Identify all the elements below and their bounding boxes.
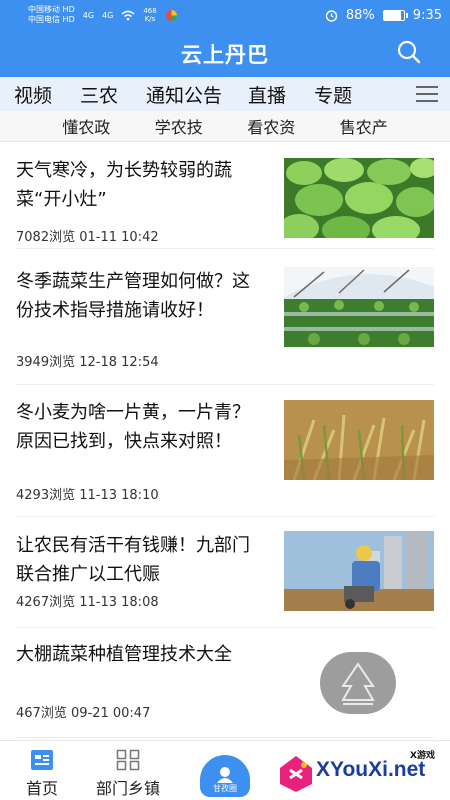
- status-bar: 中国移动 HD 中国电信 HD 4G 4G 468 K/s 88% 9:35: [0, 0, 450, 30]
- article-title: 天气寒冷，为长势较弱的蔬菜“开小灶”: [16, 160, 232, 210]
- nav-dept-label: 部门乡镇: [96, 779, 161, 798]
- signal-icon: 4G: [82, 10, 95, 20]
- search-icon[interactable]: [396, 39, 422, 65]
- tab-topic[interactable]: 专题: [314, 81, 352, 108]
- article-item[interactable]: 让农民有活干有钱赚！九部门联合推广以工代赈 4267浏览 11-13 18:08: [16, 517, 434, 628]
- clock: 9:35: [412, 7, 442, 23]
- net-speed: 468 K/s: [143, 7, 157, 23]
- article-item[interactable]: 冬小麦为啥一片黄，一片青？原因已找到，快点来对照！ 4293浏览 11-13 1…: [16, 385, 434, 517]
- tab-video[interactable]: 视频: [14, 81, 52, 108]
- floating-badge[interactable]: [320, 652, 396, 714]
- watermark-text: XYouXi.net: [316, 758, 426, 781]
- battery-icon: [382, 9, 408, 21]
- article-meta: 4293浏览 11-13 18:10: [16, 488, 159, 503]
- sub-tabs: 懂农政 学农技 看农资 售农产: [0, 111, 450, 142]
- app-notification-icon: [165, 9, 177, 21]
- top-bar: 中国移动 HD 中国电信 HD 4G 4G 468 K/s 88% 9:35 云…: [0, 0, 450, 77]
- center-button[interactable]: 甘孜圈: [200, 755, 250, 797]
- article-meta: 3949浏览 12-18 12:54: [16, 355, 159, 370]
- battery-percent: 88%: [345, 7, 375, 23]
- article-thumbnail: [284, 267, 434, 347]
- article-meta: 467浏览 09-21 00:47: [16, 706, 151, 721]
- article-title: 让农民有活干有钱赚！九部门联合推广以工代赈: [16, 535, 250, 585]
- app-title: 云上丹巴: [181, 42, 269, 67]
- logo-icon: [341, 662, 375, 705]
- tab-notice[interactable]: 通知公告: [146, 81, 222, 108]
- carrier-2: 中国电信 HD: [28, 15, 75, 24]
- article-title: 冬季蔬菜生产管理如何做？这份技术指导措施请收好！: [16, 271, 250, 321]
- nav-home[interactable]: 首页: [26, 749, 58, 799]
- alarm-icon: [325, 9, 338, 22]
- wifi-icon: [121, 10, 135, 20]
- article-thumbnail: [284, 400, 434, 480]
- signal-icon-2: 4G: [102, 10, 114, 20]
- subtab-policy[interactable]: 懂农政: [62, 114, 110, 138]
- article-item[interactable]: 天气寒冷，为长势较弱的蔬菜“开小灶” 7082浏览 01-11 10:42: [16, 152, 434, 249]
- tab-live[interactable]: 直播: [248, 81, 286, 108]
- nav-dept[interactable]: 部门乡镇: [96, 749, 160, 799]
- subtab-sell[interactable]: 售农产: [340, 114, 388, 138]
- tab-sannong[interactable]: 三农: [80, 81, 118, 108]
- carrier-1: 中国移动 HD: [28, 5, 75, 14]
- subtab-supplies[interactable]: 看农资: [247, 114, 295, 138]
- home-icon: [31, 750, 53, 770]
- article-title: 大棚蔬菜种植管理技术大全: [16, 644, 232, 665]
- article-meta: 4267浏览 11-13 18:08: [16, 595, 159, 610]
- article-title: 冬小麦为啥一片黄，一片青？原因已找到，快点来对照！: [16, 402, 250, 452]
- grid-icon: [116, 749, 140, 771]
- center-button-label: 甘孜圈: [213, 784, 237, 793]
- article-meta: 7082浏览 01-11 10:42: [16, 230, 159, 245]
- menu-icon[interactable]: [416, 86, 438, 102]
- watermark-small-text: X游戏: [410, 751, 435, 761]
- center-icon: [217, 767, 233, 783]
- article-item[interactable]: 冬季蔬菜生产管理如何做？这份技术指导措施请收好！ 3949浏览 12-18 12…: [16, 249, 434, 385]
- article-thumbnail: [284, 158, 434, 238]
- gamepad-logo-icon: [280, 756, 312, 792]
- article-thumbnail: [284, 531, 434, 611]
- watermark: XYouXi.net X游戏: [278, 748, 450, 798]
- subtab-tech[interactable]: 学农技: [155, 114, 203, 138]
- nav-home-label: 首页: [26, 779, 59, 798]
- channel-tabs: 视频 三农 通知公告 直播 专题: [0, 77, 450, 111]
